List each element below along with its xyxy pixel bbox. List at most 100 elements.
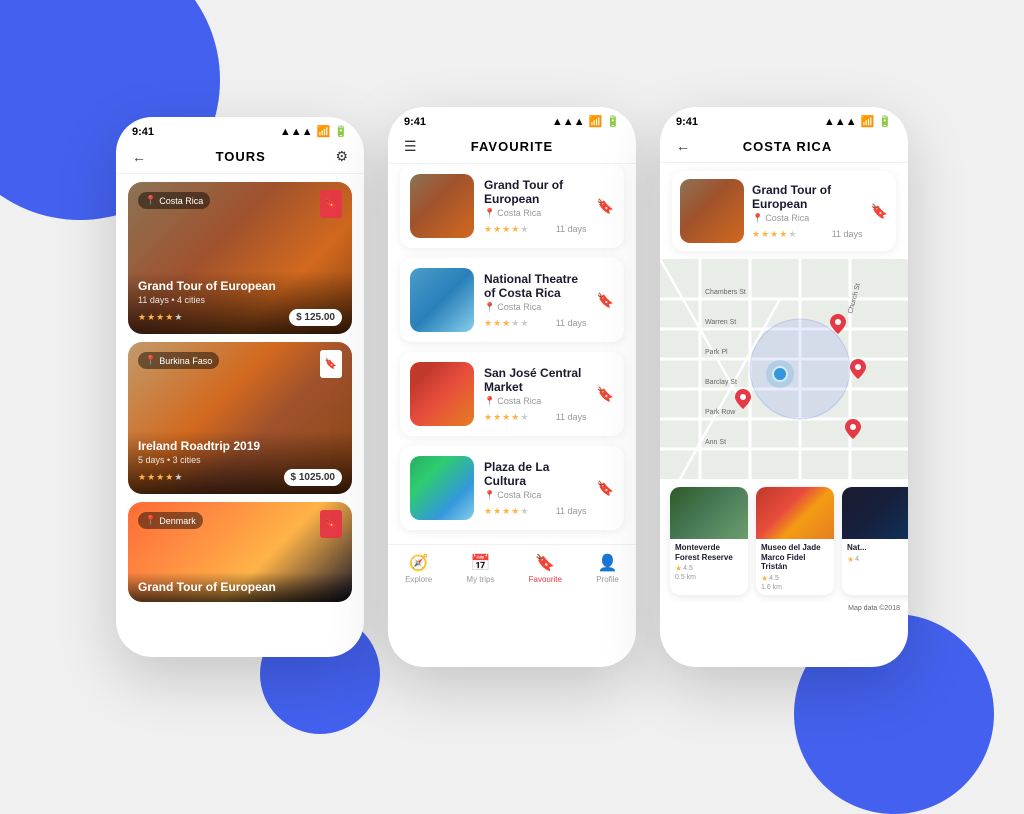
fav-thumb-3 (410, 362, 474, 426)
fav-stars-3: ★ ★ ★ ★ ★ (484, 412, 528, 423)
fav-stars-2: ★ ★ ★ ★ ★ (484, 318, 528, 329)
map-place-3[interactable]: Nat... ★ 4 (842, 487, 908, 595)
nav-mytrips[interactable]: 📅 My trips (466, 553, 494, 584)
map-place-info-2: Museo del Jade Marco Fidel Tristán ★ 4.5… (756, 539, 834, 595)
map-place-name-2: Museo del Jade Marco Fidel Tristán (761, 543, 829, 572)
fav-stars-4: ★ ★ ★ ★ ★ (484, 506, 528, 517)
bookmark-btn-2[interactable]: 🔖 (320, 350, 342, 378)
map-place-info-3: Nat... ★ 4 (842, 539, 908, 568)
nav-explore[interactable]: 🧭 Explore (405, 553, 432, 584)
battery-icon-3: 🔋 (878, 115, 892, 128)
status-bar-3: 9:41 ▲▲▲ 📶 🔋 (660, 107, 908, 132)
map-place-info-1: Monteverde Forest Reserve ★ 4.5 0.5 km (670, 539, 748, 585)
trips-icon: 📅 (470, 553, 490, 573)
favourite-list: Grand Tour of European 📍 Costa Rica ★ ★ … (388, 164, 636, 540)
fav-pin-1: 📍 (484, 208, 495, 219)
fav-location-3: 📍 Costa Rica (484, 396, 587, 407)
tour-card-1[interactable]: 📍 Costa Rica 🔖 Grand Tour of European 11… (128, 182, 352, 334)
favourite-title: FAVOURITE (417, 139, 608, 154)
fav-bookmark-3[interactable]: 🔖 (597, 386, 614, 403)
fav-location-4: 📍 Costa Rica (484, 490, 587, 501)
card-sub-2: 5 days • 3 cities (138, 455, 342, 465)
fav-title-3: San José Central Market (484, 366, 587, 394)
menu-icon[interactable]: ☰ (404, 138, 417, 155)
phone-map: 9:41 ▲▲▲ 📶 🔋 ← COSTA RICA x Grand Tour o… (660, 107, 908, 667)
card-stars-row-2: ★ ★ ★ ★ ★ $ 1025.00 (138, 469, 342, 486)
fav-info-2: National Theatre of Costa Rica 📍 Costa R… (484, 272, 587, 329)
svg-text:Chambers St: Chambers St (705, 289, 746, 296)
signal-icon-3: ▲▲▲ (824, 116, 857, 128)
fav-location-1: 📍 Costa Rica (484, 208, 587, 219)
explore-label: Explore (405, 575, 432, 584)
fav-days-1: 11 days (556, 224, 587, 234)
signal-icon-1: ▲▲▲ (280, 126, 313, 138)
map-place-2[interactable]: Museo del Jade Marco Fidel Tristán ★ 4.5… (756, 487, 834, 595)
fav-info-4: Plaza de La Cultura 📍 Costa Rica ★ ★ ★ ★… (484, 460, 587, 517)
card-title-3: Grand Tour of European (138, 580, 342, 594)
tours-content: 📍 Costa Rica 🔖 Grand Tour of European 11… (116, 174, 364, 610)
map-top-title: Grand Tour of European (752, 183, 863, 211)
filter-icon[interactable]: ⚙ (335, 148, 348, 165)
back-icon-3[interactable]: ← (676, 138, 690, 154)
map-place-stars-3: ★ 4 (847, 555, 908, 564)
fav-card-1[interactable]: Grand Tour of European 📍 Costa Rica ★ ★ … (400, 164, 624, 248)
map-top-thumb (680, 179, 744, 243)
profile-label: Profile (596, 575, 619, 584)
card-info-1: Grand Tour of European 11 days • 4 citie… (128, 271, 352, 334)
card-price-1: $ 125.00 (289, 309, 342, 326)
svg-text:Park Pl: Park Pl (705, 349, 728, 356)
time-2: 9:41 (404, 116, 426, 128)
bookmark-btn-3[interactable]: 🔖 (320, 510, 342, 538)
fav-bottom-1: ★ ★ ★ ★ ★ 11 days (484, 224, 587, 235)
map-title: COSTA RICA (690, 139, 885, 154)
fav-card-3[interactable]: San José Central Market 📍 Costa Rica ★ ★… (400, 352, 624, 436)
fav-bookmark-1[interactable]: 🔖 (597, 198, 614, 215)
map-place-img-1 (670, 487, 748, 539)
card-title-1: Grand Tour of European (138, 279, 342, 293)
status-icons-2: ▲▲▲ 📶 🔋 (552, 115, 620, 128)
map-place-name-1: Monteverde Forest Reserve (675, 543, 743, 562)
fav-card-4[interactable]: Plaza de La Cultura 📍 Costa Rica ★ ★ ★ ★… (400, 446, 624, 530)
fav-card-2[interactable]: National Theatre of Costa Rica 📍 Costa R… (400, 258, 624, 342)
map-top-card[interactable]: Grand Tour of European 📍 Costa Rica ★ ★ … (672, 171, 896, 251)
map-place-stars-1: ★ 4.5 (675, 564, 743, 573)
map-view[interactable]: Chambers St Warren St Church St Park Pl … (660, 259, 908, 479)
fav-thumb-2 (410, 268, 474, 332)
map-top-days: 11 days (832, 229, 863, 239)
tours-title: TOURS (146, 149, 335, 164)
fav-title-2: National Theatre of Costa Rica (484, 272, 587, 300)
fav-info-1: Grand Tour of European 📍 Costa Rica ★ ★ … (484, 178, 587, 235)
card-info-3: Grand Tour of European (128, 572, 352, 602)
bookmark-btn-1[interactable]: 🔖 (320, 190, 342, 218)
phone-tours: 9:41 ▲▲▲ 📶 🔋 ← TOURS ⚙ 📍 Costa Rica 🔖 (116, 117, 364, 657)
favourite-nav-label: Favourite (529, 575, 562, 584)
fav-location-2: 📍 Costa Rica (484, 302, 587, 313)
tour-card-3[interactable]: 📍 Denmark 🔖 Grand Tour of European (128, 502, 352, 602)
fav-bookmark-4[interactable]: 🔖 (597, 480, 614, 497)
signal-icon-2: ▲▲▲ (552, 116, 585, 128)
location-badge-3: 📍 Denmark (138, 512, 203, 529)
tours-header: ← TOURS ⚙ (116, 142, 364, 174)
fav-days-3: 11 days (556, 412, 587, 422)
wifi-icon-2: 📶 (589, 115, 603, 128)
back-icon-1[interactable]: ← (132, 149, 146, 165)
map-credit: Map data ©2018 (660, 603, 908, 616)
nav-favourite[interactable]: 🔖 Favourite (529, 553, 562, 584)
status-bar-1: 9:41 ▲▲▲ 📶 🔋 (116, 117, 364, 142)
map-top-bookmark[interactable]: 🔖 (871, 203, 888, 220)
fav-stars-1: ★ ★ ★ ★ ★ (484, 224, 528, 235)
card-stars-row-1: ★ ★ ★ ★ ★ $ 125.00 (138, 309, 342, 326)
map-place-1[interactable]: Monteverde Forest Reserve ★ 4.5 0.5 km (670, 487, 748, 595)
tour-card-2[interactable]: 📍 Burkina Faso 🔖 Ireland Roadtrip 2019 5… (128, 342, 352, 494)
fav-days-2: 11 days (556, 318, 587, 328)
map-svg: Chambers St Warren St Church St Park Pl … (660, 259, 908, 479)
fav-bookmark-2[interactable]: 🔖 (597, 292, 614, 309)
card-title-2: Ireland Roadtrip 2019 (138, 439, 342, 453)
map-place-stars-2: ★ 4.5 (761, 574, 829, 583)
map-place-img-3 (842, 487, 908, 539)
favourite-icon: 🔖 (535, 553, 555, 573)
status-icons-1: ▲▲▲ 📶 🔋 (280, 125, 348, 138)
favourite-header: ☰ FAVOURITE ☰ (388, 132, 636, 164)
battery-icon-1: 🔋 (334, 125, 348, 138)
nav-profile[interactable]: 👤 Profile (596, 553, 619, 584)
